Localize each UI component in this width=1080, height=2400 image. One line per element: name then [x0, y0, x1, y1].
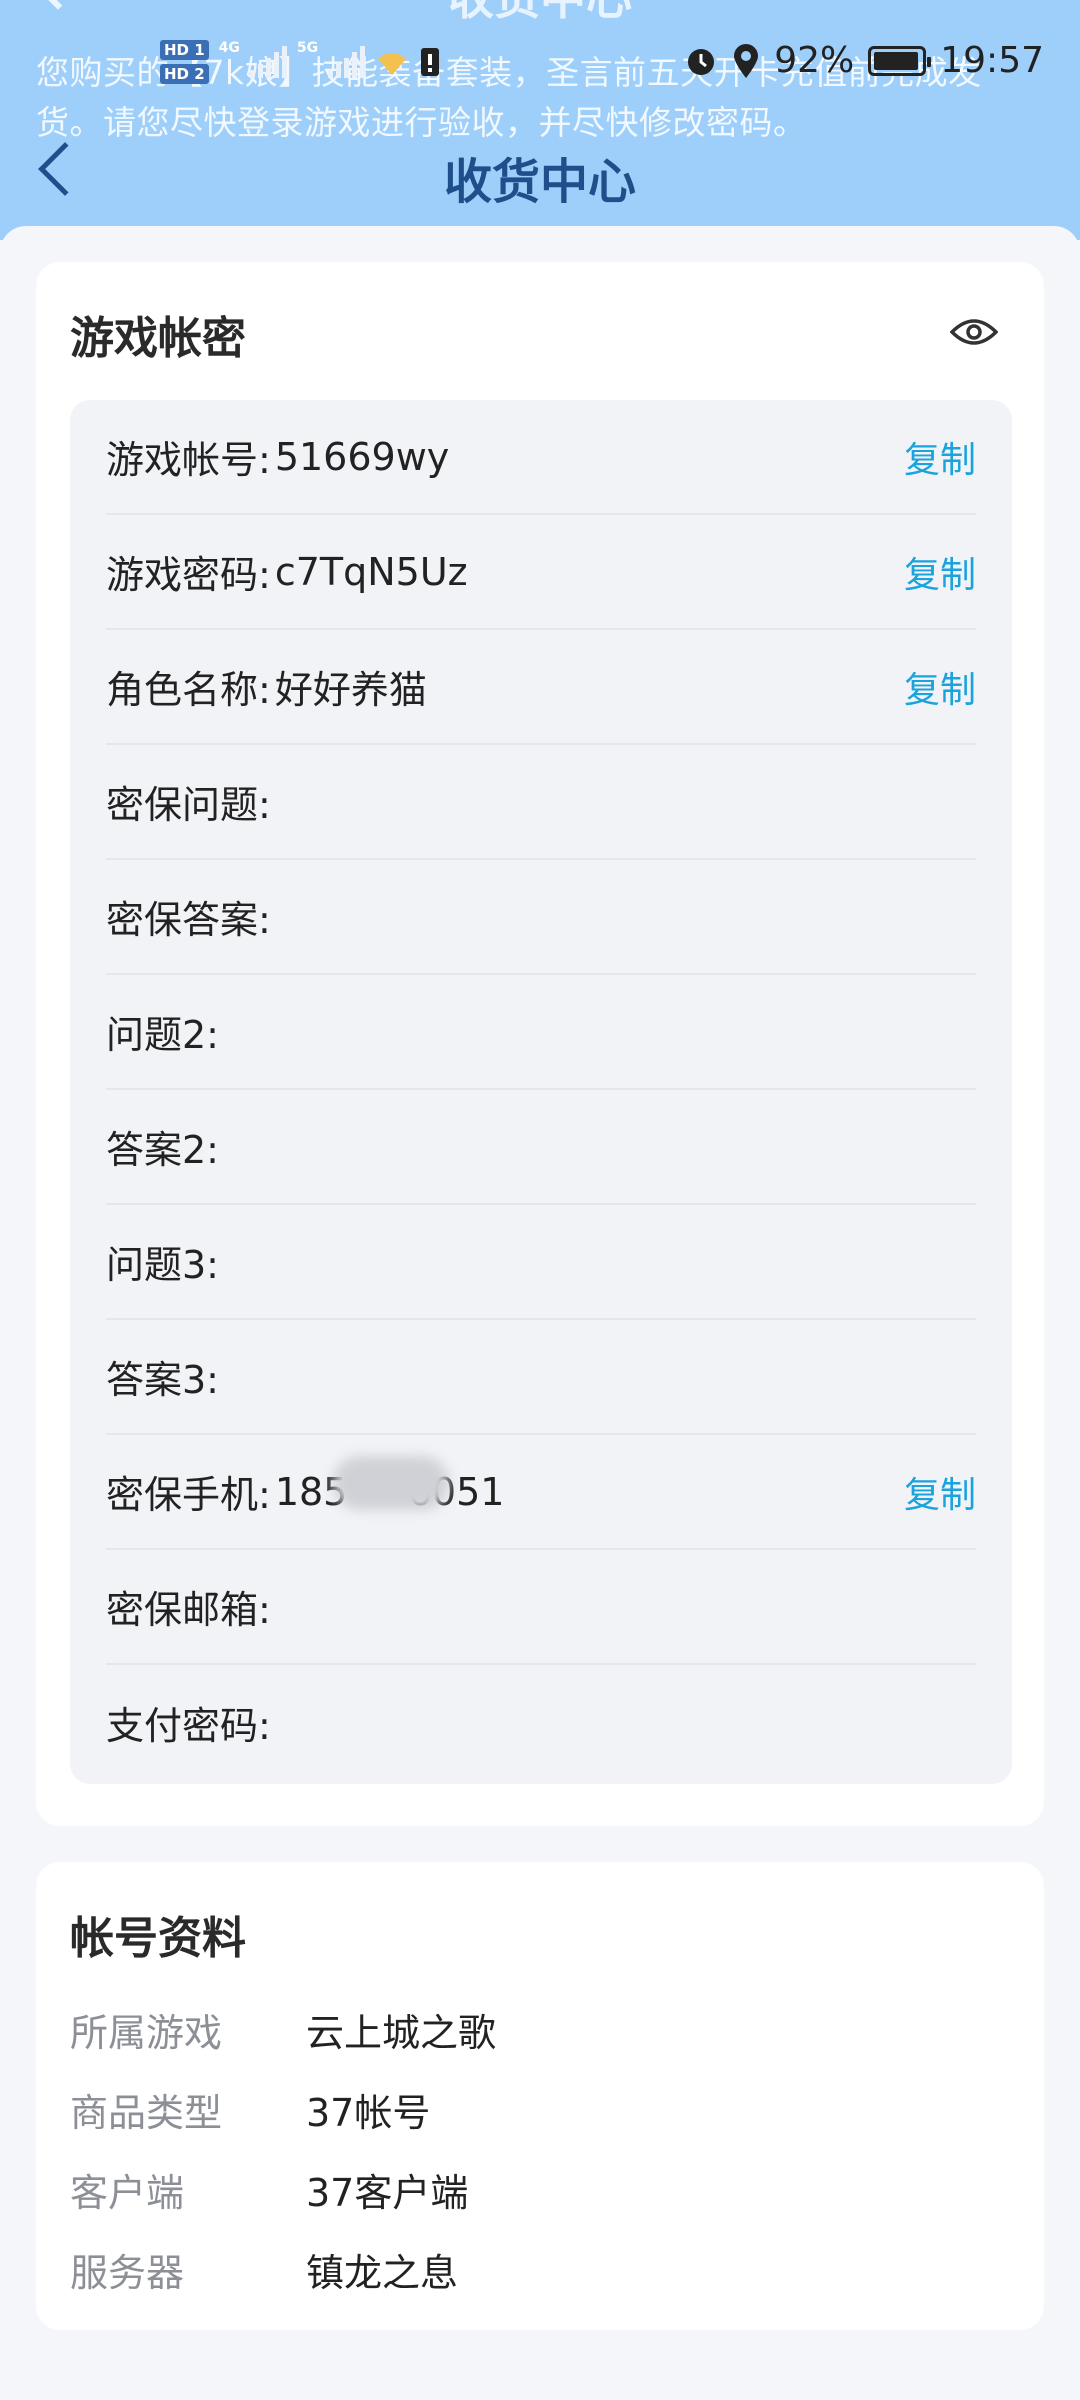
row-value[interactable]: 好好养猫 — [275, 659, 427, 714]
hd-badges: HD 1 HD 2 — [160, 40, 209, 84]
row-label: 角色名称: — [106, 668, 271, 712]
row-value[interactable]: 51669wy — [275, 435, 449, 479]
clock: 19:57 — [940, 40, 1044, 81]
row-value[interactable]: c7TqN5Uz — [275, 550, 468, 594]
info-key: 服务器 — [70, 2251, 185, 2295]
row-label: 密保邮箱: — [106, 1588, 271, 1632]
info-value: 云上城之歌 — [306, 2011, 497, 2055]
info-row-game: 所属游戏 云上城之歌 — [70, 2002, 496, 2057]
info-row-client: 客户端 37客户端 — [70, 2162, 468, 2217]
row-label: 密保答案: — [106, 898, 271, 942]
profile-card: 帐号资料 所属游戏 云上城之歌 商品类型 37帐号 客户端 37客户端 服务器 … — [36, 1862, 1044, 2330]
copy-account-button[interactable]: 复制 — [904, 431, 976, 483]
alarm-icon — [688, 48, 715, 75]
row-payment-password: 支付密码: — [106, 1665, 976, 1780]
info-value: 镇龙之息 — [306, 2251, 459, 2295]
row-label: 问题2: — [106, 1013, 219, 1057]
status-right: 92% 19:57 — [684, 40, 1044, 81]
header: 收货中心 您购买的【7k娘】技能装备套装，圣言前五天开卡充值前完成发货。请您尽快… — [0, 0, 1080, 240]
account-card-title: 游戏帐密 — [70, 313, 246, 364]
row-question-2: 问题2: — [106, 975, 976, 1090]
info-key: 商品类型 — [70, 2091, 223, 2135]
battery-percent: 92% — [774, 40, 855, 81]
row-account: 游戏帐号: 51669wy 复制 — [106, 400, 976, 515]
row-security-answer: 密保答案: — [106, 860, 976, 975]
network-5g-label: 5G — [296, 40, 319, 56]
row-answer-3: 答案3: — [106, 1320, 976, 1435]
row-label: 游戏帐号: — [106, 438, 271, 482]
info-key: 所属游戏 — [70, 2011, 223, 2055]
copy-role-button[interactable]: 复制 — [904, 661, 976, 713]
battery-icon — [868, 45, 932, 76]
row-label: 密保问题: — [106, 783, 271, 827]
row-question-3: 问题3: — [106, 1205, 976, 1320]
row-label: 密保手机: — [106, 1473, 271, 1517]
row-security-question: 密保问题: — [106, 745, 976, 860]
info-key: 客户端 — [70, 2171, 185, 2215]
hd1-badge: HD 1 — [160, 40, 209, 60]
row-label: 问题3: — [106, 1243, 219, 1287]
row-password: 游戏密码: c7TqN5Uz 复制 — [106, 515, 976, 630]
hd2-badge: HD 2 — [160, 64, 209, 84]
wifi-icon — [378, 53, 407, 75]
page-title: 收货中心 — [443, 154, 636, 210]
network-4g-label: 4G — [218, 40, 240, 56]
ghost-title: 收货中心 — [0, 0, 1080, 28]
row-security-email: 密保邮箱: — [106, 1550, 976, 1665]
row-label: 答案3: — [106, 1358, 219, 1402]
copy-password-button[interactable]: 复制 — [904, 546, 976, 598]
row-answer-2: 答案2: — [106, 1090, 976, 1205]
copy-phone-button[interactable]: 复制 — [904, 1466, 976, 1518]
redaction-blur — [332, 1455, 449, 1510]
status-bar: HD 1 HD 2 4G 5G 92% 19:57 — [0, 34, 1080, 104]
row-role-name: 角色名称: 好好养猫 复制 — [106, 630, 976, 745]
signal-icon-2 — [328, 46, 366, 78]
info-value: 37客户端 — [306, 2171, 469, 2215]
signal-icon — [249, 46, 287, 78]
info-row-server: 服务器 镇龙之息 — [70, 2242, 458, 2297]
row-label: 支付密码: — [106, 1704, 271, 1748]
row-label: 游戏密码: — [106, 553, 271, 597]
location-icon — [734, 43, 759, 78]
profile-card-title: 帐号资料 — [70, 1913, 246, 1964]
row-security-phone: 密保手机: 185 6051 复制 — [106, 1435, 976, 1550]
account-card: 游戏帐密 游戏帐号: 51669wy 复制 游戏密码: c7TqN5Uz 复制 … — [36, 262, 1044, 1826]
eye-icon[interactable] — [950, 316, 998, 348]
info-value: 37帐号 — [306, 2091, 431, 2135]
row-label: 答案2: — [106, 1128, 219, 1172]
row-value-wrap[interactable]: 185 6051 — [275, 1455, 504, 1514]
status-left: HD 1 HD 2 4G 5G — [160, 40, 441, 84]
credentials-panel: 游戏帐号: 51669wy 复制 游戏密码: c7TqN5Uz 复制 角色名称:… — [70, 400, 1012, 1784]
sim-alert-icon — [421, 48, 440, 76]
info-row-type: 商品类型 37帐号 — [70, 2082, 430, 2137]
